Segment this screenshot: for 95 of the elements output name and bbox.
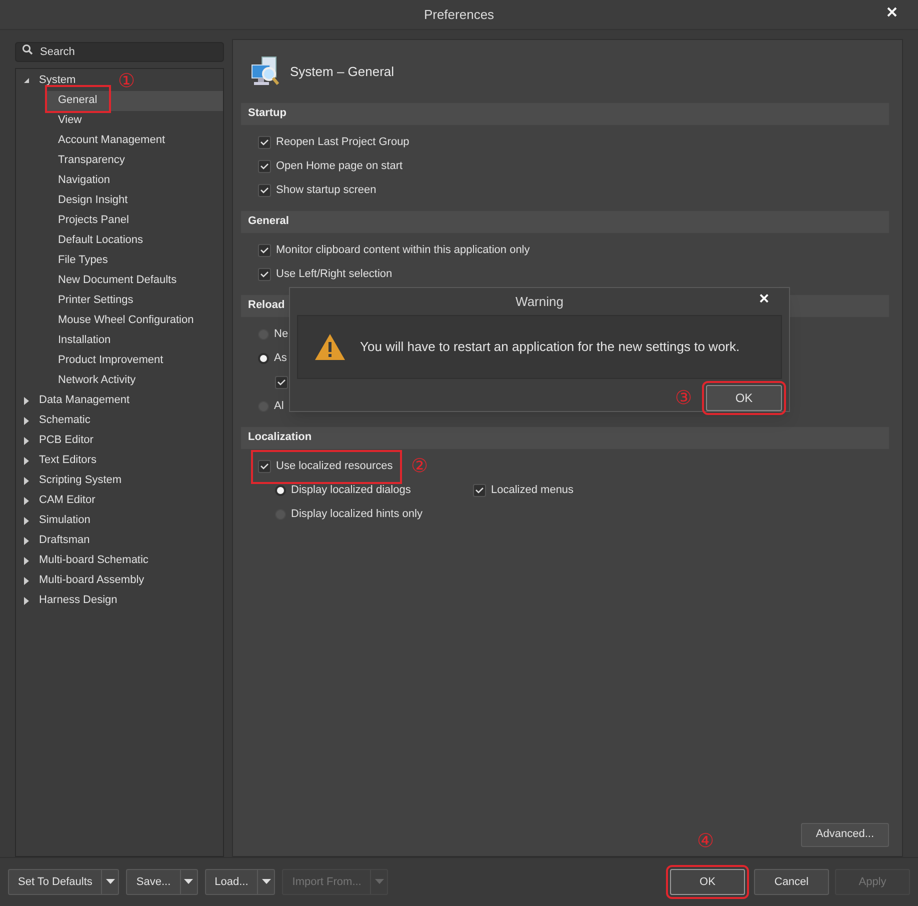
- section-header: Localization: [241, 426, 889, 449]
- option-label: Display localized hints only: [291, 507, 422, 522]
- collapsed-triangle-icon[interactable]: [23, 416, 30, 425]
- dialog-button: Apply: [835, 868, 910, 895]
- tree-item[interactable]: Account Management: [46, 130, 223, 151]
- page-title: System – General: [290, 63, 394, 82]
- check-icon: [260, 139, 269, 146]
- advanced-button[interactable]: Advanced...: [800, 822, 889, 847]
- checkbox[interactable]: [258, 460, 271, 474]
- option-label: Ne: [274, 327, 288, 342]
- option-label: Al: [274, 399, 284, 414]
- tree-item[interactable]: View: [46, 110, 223, 131]
- tree-item[interactable]: Projects Panel: [46, 210, 223, 231]
- tree-item[interactable]: Mouse Wheel Configuration: [46, 310, 223, 331]
- tree-item[interactable]: CAM Editor: [39, 492, 96, 509]
- dropdown-arrow-icon[interactable]: [106, 879, 115, 884]
- collapsed-triangle-icon[interactable]: [23, 476, 30, 485]
- search-icon: [22, 44, 33, 55]
- checkbox[interactable]: [258, 244, 271, 258]
- tree-item[interactable]: Draftsman: [39, 532, 90, 549]
- tree-item[interactable]: File Types: [46, 250, 223, 271]
- collapsed-triangle-icon[interactable]: [23, 556, 30, 565]
- check-icon: [260, 463, 269, 470]
- checkbox[interactable]: [258, 184, 271, 198]
- checkbox[interactable]: [258, 268, 271, 282]
- check-icon: [260, 187, 269, 194]
- warning-icon: [314, 332, 346, 361]
- collapsed-triangle-icon[interactable]: [23, 456, 30, 465]
- collapsed-triangle-icon[interactable]: [23, 576, 30, 585]
- radio-button[interactable]: [275, 485, 286, 496]
- annotation-number: ④: [697, 832, 714, 851]
- collapsed-triangle-icon[interactable]: [23, 496, 30, 505]
- tree-item[interactable]: Multi-board Schematic: [39, 552, 148, 569]
- window-title: Preferences: [424, 6, 494, 24]
- tree-item[interactable]: Scripting System: [39, 472, 122, 489]
- split-button[interactable]: Set To Defaults: [8, 868, 120, 895]
- tree-item[interactable]: Harness Design: [39, 592, 118, 609]
- tree-item[interactable]: Transparency: [46, 150, 223, 171]
- split-button[interactable]: Save...: [126, 868, 198, 895]
- annotation-box: [45, 85, 111, 113]
- tree-item[interactable]: Data Management: [39, 392, 130, 409]
- dropdown-arrow-icon[interactable]: [184, 879, 194, 884]
- expanded-triangle-icon[interactable]: [23, 76, 30, 85]
- tree-item[interactable]: Printer Settings: [46, 290, 223, 311]
- dialog-button[interactable]: Cancel: [754, 868, 829, 895]
- checkbox[interactable]: [473, 484, 486, 498]
- dialog-title: Warning: [516, 292, 564, 311]
- warning-message: You will have to restart an application for the new settings to work.: [360, 338, 740, 356]
- tree-item[interactable]: Default Locations: [46, 230, 223, 251]
- option-label: Monitor clipboard content within this application only: [276, 243, 530, 258]
- option-label: Open Home page on start: [276, 159, 403, 174]
- check-icon: [260, 271, 269, 278]
- option-label: Use Left/Right selection: [276, 267, 392, 282]
- close-icon[interactable]: [887, 7, 897, 17]
- check-icon: [260, 163, 269, 170]
- tree-item[interactable]: General: [46, 90, 223, 111]
- tree-item[interactable]: Installation: [46, 330, 223, 351]
- checkbox[interactable]: [258, 136, 271, 150]
- tree-item[interactable]: Multi-board Assembly: [39, 572, 144, 589]
- checkbox[interactable]: [258, 160, 271, 174]
- check-icon: [475, 487, 484, 494]
- option-label: Show startup screen: [276, 183, 376, 198]
- tree-item[interactable]: Navigation: [46, 170, 223, 191]
- radio-button[interactable]: [258, 353, 269, 364]
- collapsed-triangle-icon[interactable]: [23, 436, 30, 445]
- annotation-number: ②: [410, 457, 428, 476]
- checkbox[interactable]: [275, 376, 288, 390]
- tree-item[interactable]: Design Insight: [46, 190, 223, 211]
- tree-item[interactable]: System: [39, 72, 76, 89]
- annotation-number: ③: [675, 388, 692, 408]
- section-header: Startup: [241, 102, 889, 125]
- collapsed-triangle-icon[interactable]: [23, 596, 30, 605]
- check-icon: [260, 247, 269, 254]
- tree-item[interactable]: Network Activity: [46, 370, 223, 391]
- split-button[interactable]: Load...: [204, 868, 276, 895]
- option-label: Reopen Last Project Group: [276, 135, 410, 150]
- dropdown-arrow-icon[interactable]: [262, 879, 271, 884]
- tree-item[interactable]: PCB Editor: [39, 432, 94, 449]
- option-label: Display localized dialogs: [291, 483, 411, 498]
- section-header: General: [241, 210, 889, 233]
- collapsed-triangle-icon[interactable]: [23, 536, 30, 545]
- tree-item[interactable]: Schematic: [39, 412, 90, 429]
- tree-item[interactable]: Product Improvement: [46, 350, 223, 371]
- option-label: Use localized resources: [276, 459, 393, 474]
- collapsed-triangle-icon[interactable]: [23, 396, 30, 405]
- tree-item[interactable]: Text Editors: [39, 452, 96, 469]
- option-label: Localized menus: [491, 483, 574, 498]
- tree-item[interactable]: Simulation: [39, 512, 90, 529]
- annotation-number: ①: [118, 72, 135, 91]
- split-button: Import From...: [282, 868, 388, 895]
- tree-item[interactable]: New Document Defaults: [46, 270, 223, 291]
- collapsed-triangle-icon[interactable]: [23, 516, 30, 525]
- search-field[interactable]: Search: [15, 42, 224, 62]
- option-label: As: [274, 351, 287, 366]
- check-icon: [277, 379, 286, 386]
